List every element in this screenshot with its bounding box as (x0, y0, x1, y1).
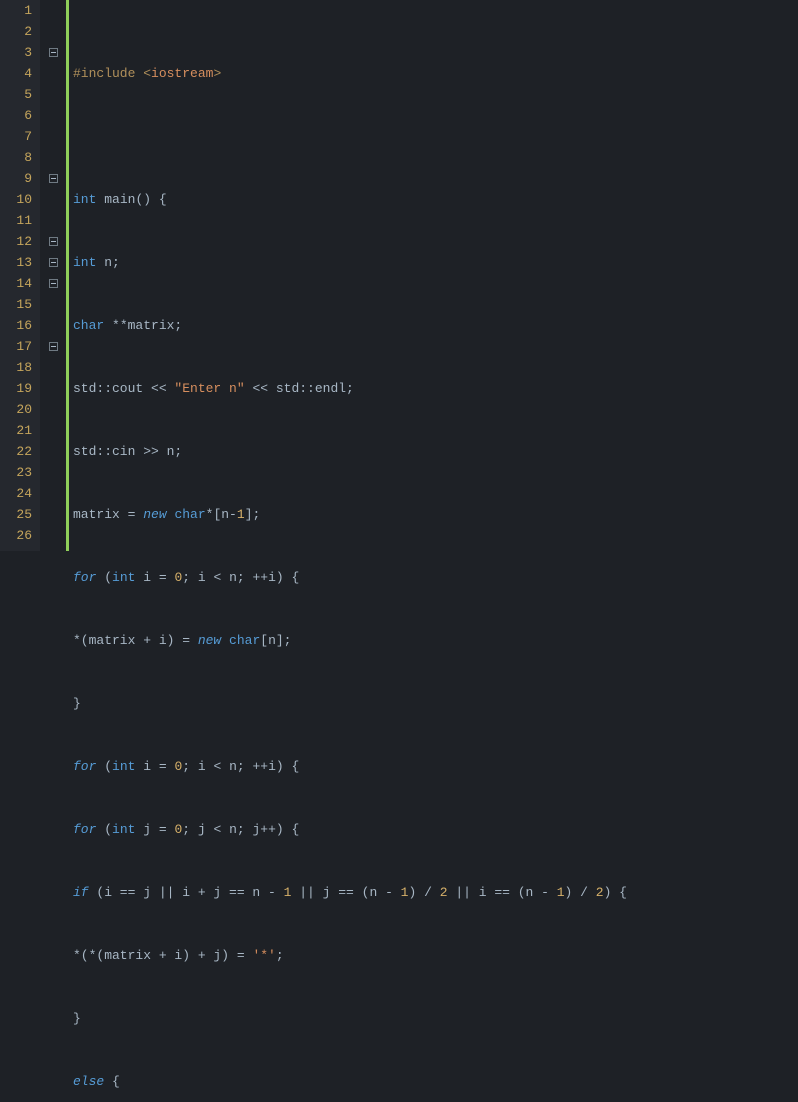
fold-cell[interactable] (40, 168, 66, 189)
line-number: 9 (0, 168, 32, 189)
fold-toggle-icon[interactable] (49, 48, 58, 57)
preprocessor: #include (73, 63, 143, 84)
line-number: 4 (0, 63, 32, 84)
code-line[interactable]: for (int j = 0; j < n; j++) { (73, 819, 798, 840)
line-number: 14 (0, 273, 32, 294)
code-line[interactable]: *(matrix + i) = new char[n]; (73, 630, 798, 651)
code-line[interactable]: std::cin >> n; (73, 441, 798, 462)
code-line[interactable]: else { (73, 1071, 798, 1092)
fold-cell (40, 210, 66, 231)
line-number: 5 (0, 84, 32, 105)
fold-cell[interactable] (40, 42, 66, 63)
fold-cell (40, 483, 66, 504)
line-number: 19 (0, 378, 32, 399)
fold-cell (40, 420, 66, 441)
line-number: 15 (0, 294, 32, 315)
fold-cell (40, 294, 66, 315)
code-line[interactable] (73, 126, 798, 147)
code-line[interactable]: int n; (73, 252, 798, 273)
line-number: 25 (0, 504, 32, 525)
code-area[interactable]: #include <iostream> int main() { int n; … (69, 0, 798, 551)
fold-cell (40, 378, 66, 399)
line-number: 26 (0, 525, 32, 546)
fold-toggle-icon[interactable] (49, 237, 58, 246)
line-number: 6 (0, 105, 32, 126)
fold-cell (40, 105, 66, 126)
line-number: 8 (0, 147, 32, 168)
code-line[interactable]: } (73, 693, 798, 714)
line-number-gutter: 1234567891011121314151617181920212223242… (0, 0, 40, 551)
fold-cell[interactable] (40, 231, 66, 252)
fold-cell (40, 315, 66, 336)
fold-toggle-icon[interactable] (49, 279, 58, 288)
fold-toggle-icon[interactable] (49, 174, 58, 183)
code-line[interactable]: for (int i = 0; i < n; ++i) { (73, 756, 798, 777)
code-line[interactable]: if (i == j || i + j == n - 1 || j == (n … (73, 882, 798, 903)
fold-cell (40, 63, 66, 84)
code-editor[interactable]: 1234567891011121314151617181920212223242… (0, 0, 798, 551)
fold-toggle-icon[interactable] (49, 258, 58, 267)
line-number: 3 (0, 42, 32, 63)
code-line[interactable]: std::cout << "Enter n" << std::endl; (73, 378, 798, 399)
line-number: 21 (0, 420, 32, 441)
code-line[interactable]: *(*(matrix + i) + j) = '*'; (73, 945, 798, 966)
line-number: 18 (0, 357, 32, 378)
fold-cell (40, 462, 66, 483)
code-line[interactable]: char **matrix; (73, 315, 798, 336)
line-number: 22 (0, 441, 32, 462)
line-number: 10 (0, 189, 32, 210)
code-line[interactable]: for (int i = 0; i < n; ++i) { (73, 567, 798, 588)
fold-cell (40, 0, 66, 21)
line-number: 13 (0, 252, 32, 273)
fold-toggle-icon[interactable] (49, 342, 58, 351)
code-line[interactable]: } (73, 1008, 798, 1029)
fold-cell (40, 504, 66, 525)
line-number: 23 (0, 462, 32, 483)
fold-cell (40, 357, 66, 378)
line-number: 11 (0, 210, 32, 231)
fold-cell (40, 441, 66, 462)
line-number: 1 (0, 0, 32, 21)
line-number: 24 (0, 483, 32, 504)
fold-cell (40, 147, 66, 168)
code-line[interactable]: #include <iostream> (73, 63, 798, 84)
line-number: 20 (0, 399, 32, 420)
line-number: 7 (0, 126, 32, 147)
fold-cell[interactable] (40, 336, 66, 357)
code-line[interactable]: int main() { (73, 189, 798, 210)
code-line[interactable]: matrix = new char*[n-1]; (73, 504, 798, 525)
line-number: 17 (0, 336, 32, 357)
fold-cell (40, 126, 66, 147)
line-number: 16 (0, 315, 32, 336)
fold-cell[interactable] (40, 252, 66, 273)
fold-cell (40, 21, 66, 42)
line-number: 2 (0, 21, 32, 42)
fold-cell (40, 189, 66, 210)
fold-cell (40, 525, 66, 546)
line-number: 12 (0, 231, 32, 252)
fold-cell (40, 84, 66, 105)
fold-cell[interactable] (40, 273, 66, 294)
fold-cell (40, 399, 66, 420)
fold-column[interactable] (40, 0, 66, 551)
